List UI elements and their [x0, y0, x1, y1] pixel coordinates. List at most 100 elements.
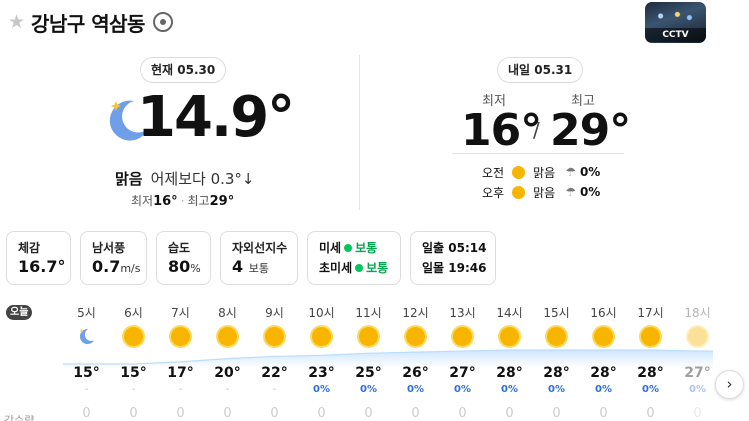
- uv-label: 자외선지수: [232, 241, 288, 255]
- hour-label: 17시: [637, 306, 664, 320]
- hour-precip: -: [225, 384, 230, 395]
- favorite-star-icon[interactable]: ★: [8, 11, 25, 33]
- hour-label: 7시: [171, 306, 190, 320]
- hour-temperature: 15°: [73, 365, 100, 381]
- sun-icon: [453, 327, 472, 346]
- hour-rain-amount: 0: [270, 406, 279, 421]
- hour-rain-amount: 0: [505, 406, 514, 421]
- hour-precip: -: [178, 384, 183, 395]
- hour-rain-amount: 0: [693, 406, 702, 421]
- am-precip: 0%: [579, 165, 601, 179]
- hour-column: 14시 28° 0% 0: [486, 296, 533, 421]
- sun-icon: [359, 327, 378, 346]
- hour-label: 9시: [265, 306, 284, 320]
- hour-column: 6시 15° - 0: [110, 296, 157, 421]
- next-arrow-button[interactable]: ›: [715, 370, 744, 399]
- hour-temperature: 28°: [496, 365, 523, 381]
- today-min-max: 최저16° · 최고29°: [131, 192, 234, 209]
- hour-rain-amount: 0: [552, 406, 561, 421]
- hour-precip: 0%: [548, 384, 565, 395]
- today-tag: 오늘: [6, 305, 33, 320]
- hour-precip: -: [131, 384, 136, 395]
- hour-temperature: 28°: [637, 365, 664, 381]
- hour-temperature: 17°: [167, 365, 194, 381]
- hour-label: 11시: [355, 306, 382, 320]
- hour-precip: -: [272, 384, 277, 395]
- hour-rain-amount: 0: [411, 406, 420, 421]
- hour-rain-amount: 0: [317, 406, 326, 421]
- sun-icon: [594, 327, 613, 346]
- humidity-card[interactable]: 습도 80%: [156, 231, 211, 285]
- current-condition: 맑음 어제보다 0.3°↓: [115, 168, 255, 189]
- hour-column: 12시 26° 0% 0: [392, 296, 439, 421]
- hour-column: 17시 28° 0% 0: [627, 296, 674, 421]
- status-dot-icon: [355, 264, 364, 272]
- cctv-image: [651, 8, 699, 24]
- pm-precip: 0%: [579, 185, 601, 199]
- feel-card[interactable]: 체감 16.7°: [6, 231, 71, 285]
- tomorrow-min-value: 16°: [461, 105, 542, 156]
- hour-column: 8시 20° - 0: [204, 296, 251, 421]
- sun-icon: [512, 165, 526, 179]
- hour-temperature: 27°: [449, 365, 476, 381]
- cctv-thumbnail[interactable]: CCTV: [645, 2, 706, 43]
- hour-column: 7시 17° - 0: [157, 296, 204, 421]
- hour-precip: 0%: [501, 384, 518, 395]
- hour-temperature: 15°: [120, 365, 147, 381]
- pm25-value: 보통: [366, 261, 389, 275]
- hour-label: 8시: [218, 306, 237, 320]
- pm-condition: 맑음: [533, 185, 556, 200]
- hour-precip: 0%: [642, 384, 659, 395]
- hour-temperature: 20°: [214, 365, 241, 381]
- sun-card[interactable]: 일출 05:14 일몰 19:46: [410, 231, 496, 285]
- pm10-label: 미세: [319, 241, 342, 255]
- sun-icon: [218, 327, 237, 346]
- hour-column: 13시 27° 0% 0: [439, 296, 486, 421]
- hour-column: 9시 22° - 0: [251, 296, 298, 421]
- sun-icon: [265, 327, 284, 346]
- sunset-label: 일몰: [422, 261, 445, 275]
- hourly-forecast[interactable]: 5시 15° - 0 6시 15° - 0 7시 17° - 0 8시 20° - 0 9시 22° - 0 10시 23…: [63, 296, 713, 421]
- hour-column: 16시 28° 0% 0: [580, 296, 627, 421]
- location-title[interactable]: 강남구 역삼동: [31, 8, 145, 37]
- tomorrow-max-value: 29°: [550, 105, 631, 156]
- hour-precip: -: [84, 384, 89, 395]
- dust-card[interactable]: 미세 보통 초미세 보통: [307, 231, 401, 285]
- uv-value: 4: [232, 257, 244, 276]
- sun-icon: [641, 327, 660, 346]
- wind-card[interactable]: 남서풍 0.7m/s: [80, 231, 147, 285]
- sunset-value: 19:46: [448, 261, 487, 275]
- hour-temperature: 22°: [261, 365, 288, 381]
- min-label: 최저: [131, 194, 154, 208]
- hour-rain-amount: 0: [364, 406, 373, 421]
- status-dot-icon: [344, 244, 353, 252]
- hour-rain-amount: 0: [458, 406, 467, 421]
- hour-temperature: 26°: [402, 365, 429, 381]
- hour-precip: 0%: [313, 384, 330, 395]
- hour-column: 10시 23° 0% 0: [298, 296, 345, 421]
- current-temperature: 14.9°: [137, 85, 295, 150]
- hour-precip: 0%: [689, 384, 706, 395]
- sun-icon: [312, 327, 331, 346]
- hour-rain-amount: 0: [82, 406, 91, 421]
- hour-column: 11시 25° 0% 0: [345, 296, 392, 421]
- wind-value: 0.7: [92, 257, 121, 276]
- hour-label: 18시: [684, 306, 711, 320]
- humidity-unit: %: [190, 262, 201, 275]
- umbrella-icon: ☂: [565, 185, 576, 199]
- umbrella-icon: ☂: [565, 165, 576, 179]
- cctv-label: CCTV: [645, 28, 706, 42]
- hour-label: 12시: [402, 306, 429, 320]
- sun-icon: [688, 327, 707, 346]
- am-condition: 맑음: [533, 165, 556, 180]
- tomorrow-am-row: 오전 맑음 ☂ 0%: [482, 163, 600, 181]
- hour-column: 18시 27° 0% 0: [674, 296, 713, 421]
- tomorrow-date-pill: 내일 05.31: [497, 57, 584, 83]
- am-label: 오전: [482, 165, 505, 180]
- gps-icon[interactable]: [152, 12, 173, 32]
- hour-rain-amount: 0: [223, 406, 232, 421]
- hour-label: 10시: [308, 306, 335, 320]
- location-header: ★ 강남구 역삼동: [8, 8, 173, 36]
- hour-label: 6시: [124, 306, 143, 320]
- uv-card[interactable]: 자외선지수 4 보통: [220, 231, 298, 285]
